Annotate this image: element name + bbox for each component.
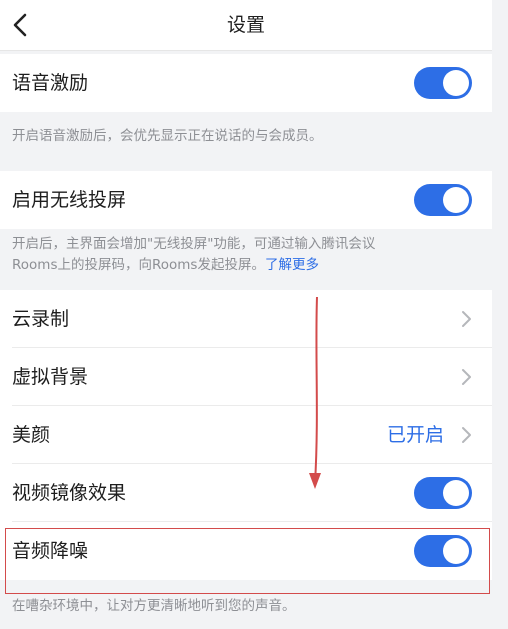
annotation-arrow-icon xyxy=(309,296,321,489)
noise-reduction-description: 在嘈杂环境中，让对方更清晰地听到您的声音。 xyxy=(12,598,296,614)
chevron-right-icon xyxy=(462,427,471,443)
video-mirror-label: 视频镜像效果 xyxy=(12,482,127,504)
toggle-knob xyxy=(443,187,469,213)
wireless-projection-description-text: Rooms上的投屏码，向Rooms发起投屏。 xyxy=(12,257,265,273)
highlight-box xyxy=(5,528,490,594)
toggle-knob xyxy=(443,70,469,96)
virtual-background-label: 虚拟背景 xyxy=(12,366,89,388)
nav-bar: 设置 xyxy=(0,0,492,51)
setting-row-virtual-background[interactable]: 虚拟背景 xyxy=(0,348,492,406)
voice-motivation-toggle[interactable] xyxy=(414,67,472,99)
page-title: 设置 xyxy=(226,14,265,36)
setting-row-video-mirror: 视频镜像效果 xyxy=(0,464,492,522)
wireless-projection-description: 开启后，主界面会增加"无线投屏"功能，可通过输入腾讯会议 Rooms上的投屏码，… xyxy=(12,234,482,276)
cloud-recording-label: 云录制 xyxy=(12,308,70,330)
voice-motivation-description: 开启语音激励后，会优先显示正在说话的与会成员。 xyxy=(12,128,323,144)
setting-row-cloud-recording[interactable]: 云录制 xyxy=(0,290,492,348)
setting-row-wireless-projection: 启用无线投屏 xyxy=(0,171,492,229)
wireless-projection-label: 启用无线投屏 xyxy=(12,189,127,211)
beauty-label: 美颜 xyxy=(12,424,51,446)
beauty-status: 已开启 xyxy=(386,424,444,446)
voice-motivation-label: 语音激励 xyxy=(12,72,89,94)
chevron-right-icon xyxy=(462,311,471,327)
chevron-right-icon xyxy=(462,369,471,385)
video-mirror-toggle[interactable] xyxy=(414,477,472,509)
wireless-projection-description-line2: Rooms上的投屏码，向Rooms发起投屏。了解更多 xyxy=(12,255,482,276)
learn-more-link[interactable]: 了解更多 xyxy=(265,257,319,273)
wireless-projection-description-line1: 开启后，主界面会增加"无线投屏"功能，可通过输入腾讯会议 xyxy=(12,236,376,252)
setting-row-beauty[interactable]: 美颜 已开启 xyxy=(0,406,492,464)
setting-row-voice-motivation: 语音激励 xyxy=(0,54,492,112)
wireless-projection-toggle[interactable] xyxy=(414,184,472,216)
toggle-knob xyxy=(443,480,469,506)
